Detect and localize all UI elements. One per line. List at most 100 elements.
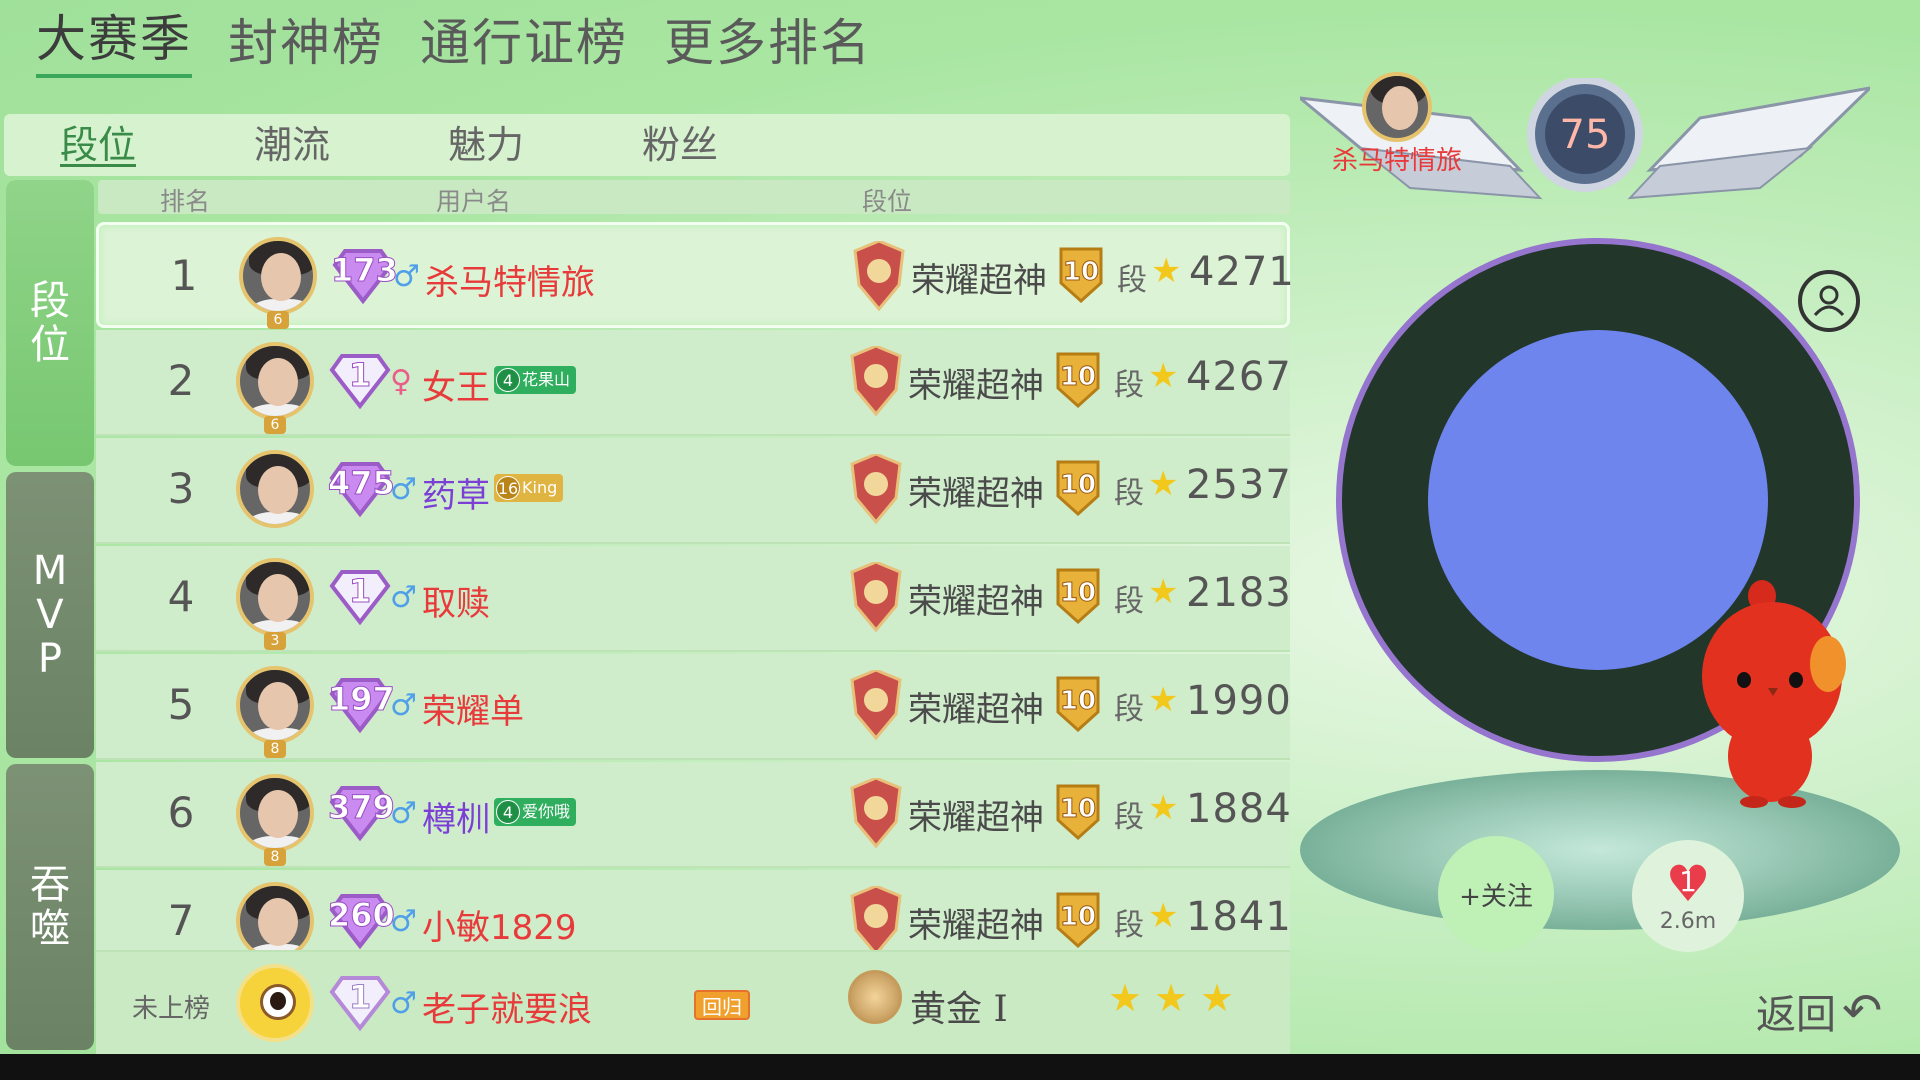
ranking-row[interactable]: 4 3 1 ♂ 取赎 荣耀超神 10 段 ★ 2183 xyxy=(96,546,1292,652)
star-icon: ★ xyxy=(1200,976,1235,1020)
avatar[interactable] xyxy=(236,342,314,420)
gold-tier-icon xyxy=(848,970,902,1024)
rank-number: 3 xyxy=(167,464,195,513)
male-icon: ♂ xyxy=(390,580,417,615)
star-icon: ★ xyxy=(1154,976,1189,1020)
ranking-row[interactable]: 2 6 1 ♀ 女王 4 花果山 荣耀超神 10 段 ★ 4267 xyxy=(96,330,1291,436)
avatar[interactable] xyxy=(239,237,317,315)
back-arrow-icon: ↶ xyxy=(1842,983,1883,1039)
star-icon: ★ xyxy=(1148,572,1179,612)
score: 2183 xyxy=(1186,570,1292,616)
top-player-name: 杀马特情旅 xyxy=(1332,146,1463,176)
gem-number: 197 xyxy=(328,680,396,719)
rank-number: 2 xyxy=(167,356,195,405)
avatar[interactable] xyxy=(236,558,314,636)
tier-shield: 10 xyxy=(1057,245,1105,305)
level-badge: 6 xyxy=(267,311,289,329)
duan-label: 段 xyxy=(1114,800,1144,835)
star-icon: ★ xyxy=(1148,680,1179,720)
male-icon: ♂ xyxy=(390,904,417,939)
star-icon: ★ xyxy=(1148,896,1179,936)
duan-label: 段 xyxy=(1114,908,1144,943)
gem-number: 379 xyxy=(328,788,396,827)
subtab-tier[interactable]: 段位 xyxy=(60,114,254,176)
category-label: M V P xyxy=(32,548,68,682)
avatar[interactable] xyxy=(236,450,314,528)
category-tab-devour[interactable]: 吞 噬 xyxy=(6,764,94,1050)
category-label: 段 位 xyxy=(30,278,70,368)
gem-number: 475 xyxy=(328,464,396,503)
subtab-fans[interactable]: 粉丝 xyxy=(642,114,836,176)
male-icon: ♂ xyxy=(390,688,417,723)
duan-label: 段 xyxy=(1114,584,1144,619)
duan-label: 段 xyxy=(1114,692,1144,727)
tier-crest-icon xyxy=(850,778,902,848)
ranking-row[interactable]: 5 8 197 ♂ 荣耀单 荣耀超神 10 段 ★ 1990 xyxy=(96,654,1291,760)
like-count: 1 xyxy=(1679,864,1697,898)
rank-number: 1 xyxy=(170,251,198,300)
level-badge: 8 xyxy=(264,848,286,866)
male-icon: ♂ xyxy=(390,472,417,507)
profile-icon[interactable] xyxy=(1798,270,1860,332)
self-username: 老子就要浪 xyxy=(422,990,592,1030)
duan-label: 段 xyxy=(1114,368,1144,403)
level-badge: 8 xyxy=(264,740,286,758)
ranking-row[interactable]: 6 8 379 ♂ 樽杊 4 爱你哦 荣耀超神 10 段 ★ 1884 xyxy=(96,762,1292,868)
username: 小敏1829 xyxy=(422,908,577,948)
gem-number: 260 xyxy=(328,896,396,935)
gem-number: 1 xyxy=(348,978,372,1017)
rank-badge-number: 75 xyxy=(1560,112,1611,158)
avatar[interactable] xyxy=(236,774,314,852)
male-icon: ♂ xyxy=(393,259,420,294)
category-tab-mvp[interactable]: M V P xyxy=(6,472,94,758)
score: 1841 xyxy=(1186,894,1290,940)
tier-name: 荣耀超神 xyxy=(908,582,1044,622)
level-badge: 3 xyxy=(264,632,286,650)
tier-name: 荣耀超神 xyxy=(908,906,1044,946)
username: 药草 xyxy=(422,476,490,516)
tab-pass-ranking[interactable]: 通行证榜 xyxy=(420,8,628,78)
tier-shield: 10 xyxy=(1054,566,1102,626)
tier-crest-icon xyxy=(850,886,902,950)
star-icon: ★ xyxy=(1148,356,1179,396)
follow-button[interactable]: +关注 xyxy=(1438,836,1554,952)
avatar[interactable] xyxy=(236,666,314,744)
club-tag: 4 爱你哦 xyxy=(494,798,577,826)
username: 女王 xyxy=(422,368,490,408)
female-icon: ♀ xyxy=(390,364,412,399)
club-tag: 16 King xyxy=(494,474,564,502)
avatar xyxy=(236,964,314,1042)
category-tab-tier[interactable]: 段 位 xyxy=(6,180,94,466)
tier-name: 荣耀超神 xyxy=(908,474,1044,514)
avatar[interactable] xyxy=(236,882,314,950)
tab-more-rankings[interactable]: 更多排名 xyxy=(664,8,872,78)
tier-crest-icon xyxy=(850,346,902,416)
tier-crest-icon xyxy=(853,241,905,311)
self-row[interactable]: 未上榜 1 ♂ 老子就要浪 回归 黄金 I ★ ★ ★ xyxy=(96,952,1290,1054)
back-button[interactable]: 返回 ↶ xyxy=(1756,982,1882,1040)
top-player-avatar[interactable] xyxy=(1362,72,1432,142)
tab-hall-of-gods[interactable]: 封神榜 xyxy=(228,8,384,78)
score: 1884 xyxy=(1186,786,1292,832)
level-badge: 6 xyxy=(264,416,286,434)
tier-crest-icon xyxy=(850,670,902,740)
subtab-trend[interactable]: 潮流 xyxy=(254,114,448,176)
score: 4271 xyxy=(1189,249,1295,295)
score: 2537 xyxy=(1186,462,1292,508)
tab-season[interactable]: 大赛季 xyxy=(36,8,192,78)
header-tier: 段位 xyxy=(862,187,913,216)
ranking-row[interactable]: 3 475 ♂ 药草 16 King 荣耀超神 10 段 ★ 2537 xyxy=(96,438,1292,544)
duan-label: 段 xyxy=(1117,263,1147,298)
star-icon: ★ xyxy=(1151,251,1182,291)
tier-shield: 10 xyxy=(1054,782,1102,842)
ranking-row[interactable]: 7 260 ♂ 小敏1829 荣耀超神 10 段 ★ 1841 xyxy=(96,870,1290,952)
tier-shield: 10 xyxy=(1054,350,1102,410)
rank-number: 7 xyxy=(167,896,195,945)
list-header: 排名 用户名 段位 xyxy=(98,180,1290,216)
bird-pet xyxy=(1702,580,1846,808)
ranking-row[interactable]: 1 6 173 ♂ 杀马特情旅 荣耀超神 10 段 ★ 4271 xyxy=(96,222,1294,329)
like-button[interactable]: ♥ 1 2.6m xyxy=(1632,840,1744,952)
subtab-charm[interactable]: 魅力 xyxy=(448,114,642,176)
header-username: 用户名 xyxy=(436,187,512,216)
username: 樽杊 xyxy=(422,800,490,840)
